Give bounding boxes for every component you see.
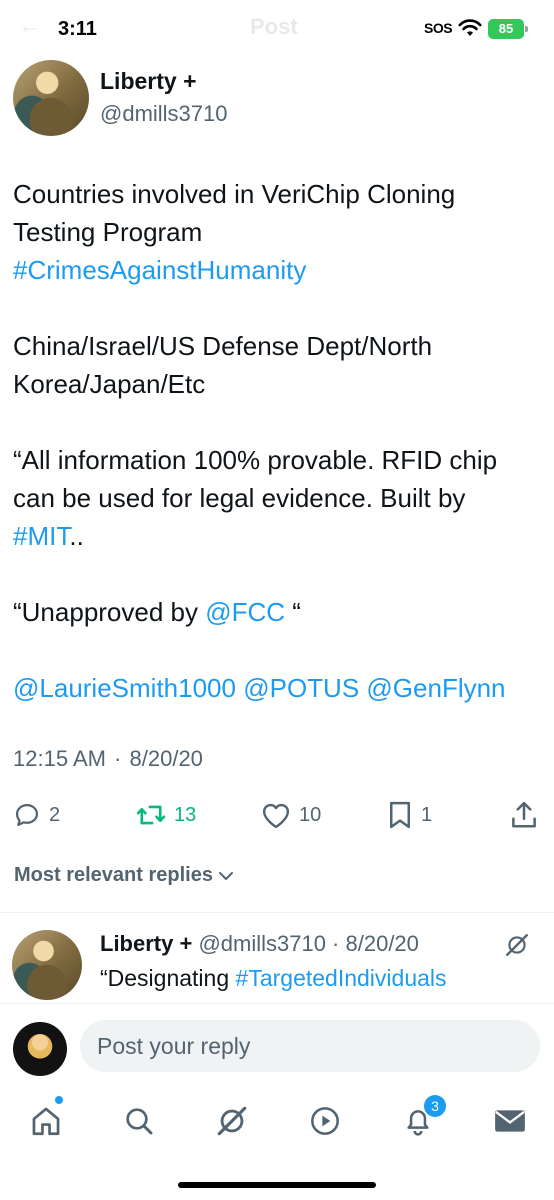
reply-date: 8/20/20 — [345, 931, 419, 956]
repost-icon — [136, 805, 166, 825]
nav-home[interactable] — [26, 1101, 66, 1141]
home-icon — [32, 1107, 60, 1136]
divider — [0, 912, 554, 913]
post-text-line: “ — [285, 597, 301, 627]
reply-button[interactable]: 2 — [13, 795, 60, 835]
chevron-down-icon — [218, 871, 233, 880]
bookmark-icon — [390, 801, 410, 829]
mention-link[interactable]: @FCC — [205, 597, 285, 627]
sos-indicator: SOS — [424, 20, 453, 36]
reply-header: Liberty + @dmills3710 · 8/20/20 — [100, 931, 419, 956]
mention-link[interactable]: @LaurieSmith1000 — [13, 673, 236, 703]
home-indicator — [178, 1182, 376, 1188]
nav-search[interactable] — [119, 1101, 159, 1141]
bookmark-count: 1 — [421, 803, 433, 826]
search-icon — [126, 1108, 153, 1135]
hashtag-link[interactable]: #TargetedIndividuals — [236, 965, 447, 991]
post-date: 8/20/20 — [129, 746, 203, 771]
nav-messages[interactable] — [490, 1101, 530, 1141]
author-handle[interactable]: @dmills3710 — [100, 101, 228, 127]
reply-count: 2 — [49, 803, 61, 826]
current-user-avatar[interactable] — [13, 1022, 67, 1076]
replies-sort-label: Most relevant replies — [14, 864, 213, 886]
back-arrow-icon[interactable]: ← — [18, 12, 42, 40]
post-detail-screen: ← Post 3:11 SOS 85 Liberty + @dmills3710… — [0, 0, 554, 1200]
reply-input[interactable]: Post your reply — [80, 1020, 540, 1072]
hashtag-link[interactable]: #MIT — [13, 521, 69, 551]
post-time: 12:15 AM — [13, 746, 106, 771]
author-avatar[interactable] — [13, 60, 89, 136]
status-time: 3:11 — [58, 18, 97, 40]
header-title: Post — [250, 14, 298, 39]
home-unread-dot — [55, 1096, 63, 1104]
status-bar: ← Post 3:11 SOS 85 — [0, 0, 554, 60]
heart-icon — [262, 803, 290, 829]
reply-text-prefix: “Designating — [100, 965, 236, 991]
share-button[interactable] — [510, 795, 538, 835]
post-text-line: .. — [69, 521, 84, 551]
grok-icon — [217, 1106, 247, 1136]
reply-text: “Designating #TargetedIndividuals — [100, 962, 540, 994]
wifi-icon — [458, 19, 482, 36]
like-button[interactable]: 10 — [261, 795, 321, 835]
post-actions: 2 13 10 1 — [0, 795, 554, 835]
hashtag-link[interactable]: #CrimesAgainstHumanity — [13, 255, 306, 285]
reply-icon — [15, 803, 39, 827]
post-text: Countries involved in VeriChip Cloning T… — [13, 175, 543, 707]
notifications-badge: 3 — [424, 1095, 446, 1117]
battery-indicator: 85 — [488, 19, 528, 39]
share-icon — [512, 801, 536, 828]
bookmark-button[interactable]: 1 — [387, 795, 432, 835]
replies-sort-dropdown[interactable]: Most relevant replies — [14, 864, 235, 887]
reply-author-avatar[interactable] — [12, 930, 82, 1000]
post-text-line: China/Israel/US Defense Dept/North Korea… — [13, 331, 433, 399]
like-count: 10 — [299, 803, 322, 826]
video-icon — [311, 1107, 339, 1135]
reply-composer: Post your reply — [0, 1003, 554, 1087]
mention-link[interactable]: @POTUS — [243, 673, 359, 703]
reply-author-handle[interactable]: @dmills3710 — [198, 931, 326, 956]
author-name[interactable]: Liberty + — [100, 68, 197, 95]
reply-author-name[interactable]: Liberty + — [100, 931, 192, 956]
grok-icon[interactable] — [504, 932, 530, 958]
post-timestamp: 12:15 AM · 8/20/20 — [13, 746, 203, 771]
post-text-line: Countries involved in VeriChip Cloning T… — [13, 179, 456, 247]
nav-video[interactable] — [305, 1101, 345, 1141]
post-text-line: “Unapproved by — [13, 597, 198, 627]
messages-icon — [495, 1110, 525, 1132]
post-text-line: “All information 100% provable. RFID chi… — [13, 445, 498, 513]
repost-button[interactable]: 13 — [136, 795, 196, 835]
mention-link[interactable]: @GenFlynn — [366, 673, 505, 703]
nav-grok[interactable] — [212, 1101, 252, 1141]
repost-count: 13 — [174, 803, 197, 826]
